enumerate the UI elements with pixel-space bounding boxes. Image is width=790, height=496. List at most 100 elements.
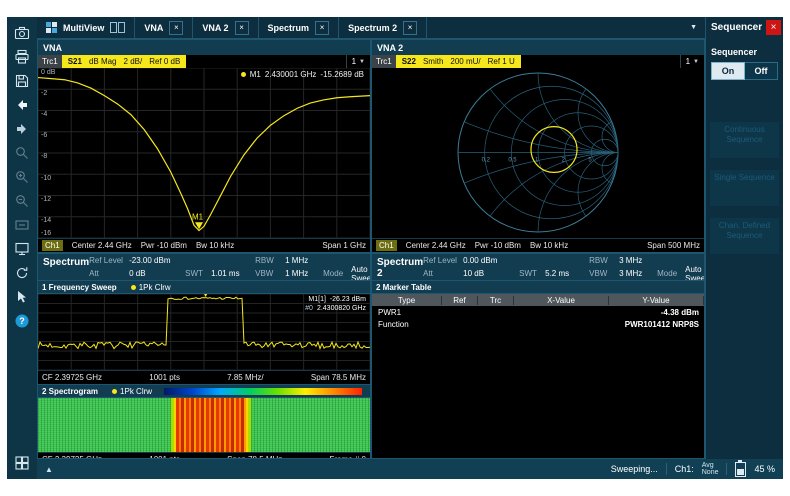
sequencer-off-button[interactable]: Off [745, 62, 778, 80]
trace-name: Trc1 [38, 55, 62, 68]
softkey-single-sequence[interactable]: Single Sequence [710, 170, 779, 206]
channel-label: Ch1: [675, 464, 694, 474]
spectrogram-plot [38, 398, 370, 452]
back-tool[interactable] [7, 93, 37, 117]
close-icon[interactable]: × [766, 20, 781, 35]
tab-multiview[interactable]: MultiView [37, 17, 135, 38]
close-icon[interactable]: × [235, 21, 249, 35]
expand-toolbar-arrow[interactable]: ▲ [45, 465, 53, 474]
refresh-tool[interactable] [7, 261, 37, 285]
bandwidth: Bw 10 kHz [530, 241, 568, 250]
tab-label: VNA [144, 23, 163, 33]
spectrogram-signal-band [174, 398, 248, 452]
close-icon[interactable]: × [169, 21, 183, 35]
divider [726, 463, 727, 475]
span: Span 500 MHz [647, 241, 700, 250]
zoom-out-tool[interactable] [7, 189, 37, 213]
context-help-tool[interactable] [7, 285, 37, 309]
subwindow-title: 2 Spectrogram [42, 387, 98, 396]
per-division: 7.85 MHz/ [227, 373, 263, 382]
camera-tool[interactable] [7, 21, 37, 45]
windows-tool[interactable] [7, 451, 37, 475]
tab-overflow-arrow[interactable]: ▼ [682, 24, 705, 31]
center-freq: CF 2.39725 GHz [42, 373, 102, 382]
display-icon [14, 241, 30, 257]
window-title[interactable]: VNA [38, 40, 370, 55]
window-title: Spectrum [38, 254, 89, 280]
channel-tag[interactable]: Ch1 [376, 240, 397, 251]
softkey-continuous-sequence[interactable]: Continuous Sequence [710, 122, 779, 158]
tab-spectrum[interactable]: Spectrum × [259, 17, 340, 38]
sequencer-toggle: On Off [711, 62, 778, 80]
camera-icon [14, 25, 30, 41]
tab-spectrum2[interactable]: Spectrum 2 × [339, 17, 427, 38]
page: ? MultiView VNA × VNA 2 × Spectrum × Spe… [0, 0, 790, 496]
zoom-window-tool[interactable] [7, 213, 37, 237]
help-tool[interactable]: ? [7, 309, 37, 333]
tab-bar: MultiView VNA × VNA 2 × Spectrum × Spect… [37, 17, 705, 39]
spectrum-window[interactable]: Spectrum Ref Level-23.00 dBmRBW1 MHz Att… [37, 253, 371, 459]
sweep-status: Sweeping... [611, 464, 658, 474]
marker-info: M1[1] -26.23 dBm #02.4300820 GHz [305, 295, 366, 313]
windows-icon [14, 455, 30, 471]
trace-selector[interactable]: 1 ▼ [680, 55, 704, 68]
sweep-chart: M1[1] -26.23 dBm #02.4300820 GHz [38, 294, 370, 370]
tab-label: Spectrum [268, 23, 310, 33]
save-tool[interactable] [7, 69, 37, 93]
vna-chart: M1 0 dB -2 -4 -6 -8 -10 -12 -14 -16 M1 2… [38, 68, 370, 238]
vna-window[interactable]: VNA Trc1 S21 dB Mag 2 dB/ Ref 0 dB 1 ▼ M… [37, 39, 371, 253]
subwindow-title: 1 Frequency Sweep [42, 283, 117, 292]
spectrogram-window-bar[interactable]: 2 Spectrogram 1Pk Clrw [38, 384, 370, 398]
trace-selector[interactable]: 1 ▼ [346, 55, 370, 68]
trace-name: Trc1 [372, 55, 396, 68]
trace-settings: S21 dB Mag 2 dB/ Ref 0 dB [62, 55, 187, 68]
smith-plot: 0.20.5125 [372, 68, 704, 238]
chevron-down-icon: ▼ [359, 59, 365, 65]
color-scale-bar [164, 388, 362, 395]
refresh-icon [14, 265, 30, 281]
channel-tag[interactable]: Ch1 [42, 240, 63, 251]
zoom-in-icon [14, 169, 30, 185]
print-tool[interactable] [7, 45, 37, 69]
forward-tool[interactable] [7, 117, 37, 141]
y-axis-label: -14 [41, 217, 51, 224]
empty-area [372, 330, 704, 458]
y-axis-label: -6 [41, 132, 47, 139]
sequencer-on-button[interactable]: On [711, 62, 745, 80]
zoom-select-icon [14, 145, 30, 161]
span: Span 78.5 MHz [311, 373, 366, 382]
marker-table-bar[interactable]: 2 Marker Table [372, 280, 704, 294]
zoom-in-tool[interactable] [7, 165, 37, 189]
channel-header[interactable]: Spectrum Ref Level-23.00 dBmRBW1 MHz Att… [38, 254, 370, 280]
trace-bar[interactable]: Trc1 S21 dB Mag 2 dB/ Ref 0 dB 1 ▼ [38, 55, 370, 68]
tab-vna[interactable]: VNA × [135, 17, 193, 38]
multiview-grid: VNA Trc1 S21 dB Mag 2 dB/ Ref 0 dB 1 ▼ M… [37, 39, 705, 459]
close-icon[interactable]: × [315, 21, 329, 35]
channel-footer: Ch1 Center 2.44 GHz Pwr -10 dBm Bw 10 kH… [372, 238, 704, 252]
settings-info: Ref Level-23.00 dBmRBW1 MHz Att0 dBSWT1.… [89, 254, 371, 280]
spectrogram-footer: CF 2.39725 GHz 1001 pts Span 78.5 MHz Fr… [38, 452, 370, 459]
softkey-chan-defined-sequence[interactable]: Chan. Defined Sequence [710, 218, 779, 254]
channel-header[interactable]: Spectrum 2 Ref Level0.00 dBmRBW3 MHz Att… [372, 254, 704, 280]
zoom-select-tool[interactable] [7, 141, 37, 165]
sequencer-label: Sequencer [711, 47, 778, 57]
display-tool[interactable] [7, 237, 37, 261]
trace-settings: S22 Smith 200 mU/ Ref 1 U [396, 55, 521, 68]
tab-vna2[interactable]: VNA 2 × [193, 17, 258, 38]
spectrum2-window[interactable]: Spectrum 2 Ref Level0.00 dBmRBW3 MHz Att… [371, 253, 705, 459]
table-row: Function PWR101412 NRP8S [372, 318, 704, 330]
window-title[interactable]: VNA 2 [372, 40, 704, 55]
vna2-window[interactable]: VNA 2 Trc1 S22 Smith 200 mU/ Ref 1 U 1 ▼… [371, 39, 705, 253]
trace-legend: 1Pk Clrw [112, 387, 152, 396]
svg-text:0.2: 0.2 [482, 157, 491, 163]
trace-bar[interactable]: Trc1 S22 Smith 200 mU/ Ref 1 U 1 ▼ [372, 55, 704, 68]
channel-footer: Ch1 Center 2.44 GHz Pwr -10 dBm Bw 10 kH… [38, 238, 370, 252]
svg-text:M1: M1 [192, 212, 204, 221]
y-axis-label: -10 [41, 175, 51, 182]
battery-percent: 45 % [754, 464, 775, 474]
tab-label: VNA 2 [202, 23, 228, 33]
marker-readout: M1 2.430001 GHz -15.2689 dB [241, 70, 364, 79]
sweep-window-bar[interactable]: 1 Frequency Sweep 1Pk Clrw [38, 280, 370, 294]
close-icon[interactable]: × [403, 21, 417, 35]
multiview-icon [46, 22, 57, 33]
